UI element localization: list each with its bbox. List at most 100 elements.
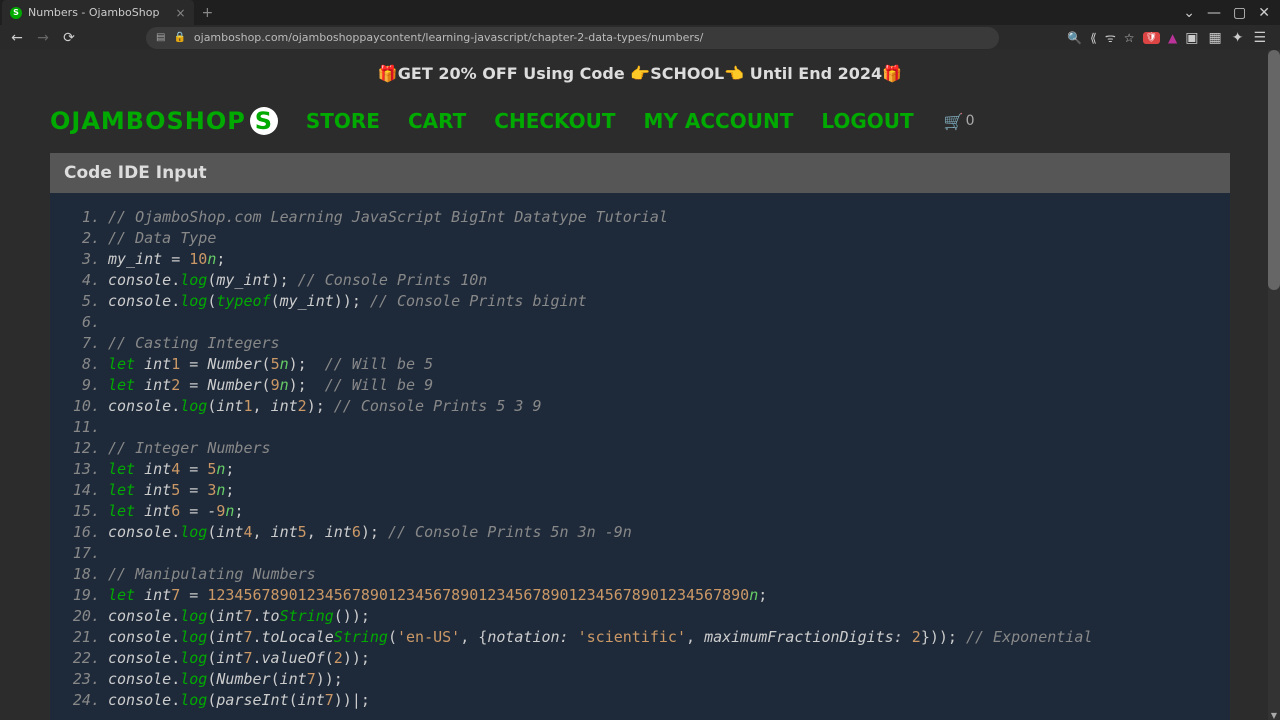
code-line: 10.console.log(int1, int2); // Console P…: [58, 396, 1216, 417]
bookmark-icon[interactable]: ☆: [1124, 31, 1135, 45]
browser-chrome: S Numbers - OjamboShop × + ⌄ — ▢ ✕ ← → ⟳…: [0, 0, 1280, 50]
toolbar-right: ▣ ▦ ✦ ☰: [1185, 30, 1272, 46]
code-line: 22.console.log(int7.valueOf(2));: [58, 648, 1216, 669]
nav-link-store[interactable]: STORE: [306, 109, 380, 133]
reader-icon[interactable]: ▤: [156, 32, 165, 43]
line-number: 11.: [58, 417, 108, 438]
code-line: 19.let int7 = 12345678901234567890123456…: [58, 585, 1216, 606]
maximize-icon[interactable]: ▢: [1233, 5, 1246, 21]
line-content: console.log(int4, int5, int6); // Consol…: [108, 522, 632, 543]
promo-banner: 🎁GET 20% OFF Using Code 👉SCHOOL👈 Until E…: [0, 50, 1280, 97]
line-content: // Manipulating Numbers: [108, 564, 316, 585]
line-content: let int2 = Number(9n); // Will be 9: [108, 375, 433, 396]
line-content: console.log(parseInt(int7))|;: [108, 690, 370, 711]
cart-button[interactable]: 🛒 0: [944, 112, 975, 131]
line-content: console.log(my_int); // Console Prints 1…: [108, 270, 487, 291]
forward-button[interactable]: →: [34, 30, 52, 46]
line-content: console.log(typeof(my_int)); // Console …: [108, 291, 587, 312]
line-number: 17.: [58, 543, 108, 564]
line-number: 22.: [58, 648, 108, 669]
code-line: 3.my_int = 10n;: [58, 249, 1216, 270]
code-line: 4.console.log(my_int); // Console Prints…: [58, 270, 1216, 291]
code-line: 21.console.log(int7.toLocaleString('en-U…: [58, 627, 1216, 648]
line-number: 21.: [58, 627, 108, 648]
window-icon[interactable]: ▦: [1208, 30, 1221, 46]
line-number: 5.: [58, 291, 108, 312]
browser-tab[interactable]: S Numbers - OjamboShop ×: [2, 0, 194, 25]
scroll-down-icon[interactable]: ▼: [1268, 711, 1280, 720]
new-tab-button[interactable]: +: [202, 5, 214, 21]
share-icon[interactable]: ⟪: [1090, 31, 1097, 45]
code-line: 5.console.log(typeof(my_int)); // Consol…: [58, 291, 1216, 312]
nav-link-logout[interactable]: LOGOUT: [821, 109, 913, 133]
dropdown-icon[interactable]: ⌄: [1183, 5, 1195, 21]
line-number: 8.: [58, 354, 108, 375]
panel-icon[interactable]: ▣: [1185, 30, 1198, 46]
line-content: console.log(int7.toString());: [108, 606, 370, 627]
line-content: // Integer Numbers: [108, 438, 271, 459]
line-number: 9.: [58, 375, 108, 396]
tab-title: Numbers - OjamboShop: [28, 6, 159, 19]
nav-buttons: ← → ⟳: [8, 30, 78, 46]
line-number: 16.: [58, 522, 108, 543]
rss-icon[interactable]: ᯤ: [1105, 29, 1116, 46]
line-number: 12.: [58, 438, 108, 459]
line-number: 7.: [58, 333, 108, 354]
minimize-icon[interactable]: —: [1207, 5, 1221, 21]
nav-link-checkout[interactable]: CHECKOUT: [494, 109, 615, 133]
code-line: 20.console.log(int7.toString());: [58, 606, 1216, 627]
scrollbar[interactable]: ▲ ▼: [1268, 50, 1280, 720]
code-line: 6.: [58, 312, 1216, 333]
line-number: 2.: [58, 228, 108, 249]
triangle-icon[interactable]: ▲: [1168, 31, 1177, 45]
logo[interactable]: OJAMBOSHOP S: [50, 107, 278, 135]
scrollbar-thumb[interactable]: [1268, 50, 1280, 290]
line-content: console.log(int7.toLocaleString('en-US',…: [108, 627, 1092, 648]
code-line: 7.// Casting Integers: [58, 333, 1216, 354]
code-line: 14.let int5 = 3n;: [58, 480, 1216, 501]
line-content: let int1 = Number(5n); // Will be 5: [108, 354, 433, 375]
line-content: console.log(int1, int2); // Console Prin…: [108, 396, 542, 417]
line-number: 6.: [58, 312, 108, 333]
line-content: console.log(Number(int7));: [108, 669, 343, 690]
line-number: 10.: [58, 396, 108, 417]
shield-icon[interactable]: 🛡: [1143, 32, 1160, 44]
code-editor[interactable]: 1.// OjamboShop.com Learning JavaScript …: [50, 193, 1230, 720]
address-icons: 🔍 ⟪ ᯤ ☆ 🛡 ▲: [1067, 29, 1177, 46]
line-number: 19.: [58, 585, 108, 606]
nav-link-cart[interactable]: CART: [408, 109, 466, 133]
back-button[interactable]: ←: [8, 30, 26, 46]
line-number: 14.: [58, 480, 108, 501]
code-line: 24.console.log(parseInt(int7))|;: [58, 690, 1216, 711]
close-window-icon[interactable]: ✕: [1258, 5, 1270, 21]
code-line: 2.// Data Type: [58, 228, 1216, 249]
line-content: let int5 = 3n;: [108, 480, 234, 501]
code-line: 18.// Manipulating Numbers: [58, 564, 1216, 585]
line-number: 4.: [58, 270, 108, 291]
line-content: // Casting Integers: [108, 333, 280, 354]
lock-icon: 🔒: [173, 32, 185, 43]
line-number: 24.: [58, 690, 108, 711]
line-content: // OjamboShop.com Learning JavaScript Bi…: [108, 207, 668, 228]
zoom-icon[interactable]: 🔍: [1067, 31, 1082, 45]
line-number: 23.: [58, 669, 108, 690]
code-line: 23.console.log(Number(int7));: [58, 669, 1216, 690]
code-line: 9.let int2 = Number(9n); // Will be 9: [58, 375, 1216, 396]
logo-text: OJAMBOSHOP: [50, 107, 246, 135]
nav-link-account[interactable]: MY ACCOUNT: [644, 109, 794, 133]
line-number: 3.: [58, 249, 108, 270]
main-nav: OJAMBOSHOP S STORE CART CHECKOUT MY ACCO…: [0, 97, 1280, 153]
code-line: 11.: [58, 417, 1216, 438]
line-number: 1.: [58, 207, 108, 228]
code-line: 16.console.log(int4, int5, int6); // Con…: [58, 522, 1216, 543]
page-content: 🎁GET 20% OFF Using Code 👉SCHOOL👈 Until E…: [0, 50, 1280, 720]
favicon-icon: S: [10, 7, 22, 19]
menu-icon[interactable]: ☰: [1253, 30, 1266, 46]
reload-button[interactable]: ⟳: [60, 30, 78, 46]
panel-header: Code IDE Input: [50, 153, 1230, 193]
url-input[interactable]: ▤ 🔒 ojamboshop.com/ojamboshoppaycontent/…: [146, 27, 999, 49]
customize-icon[interactable]: ✦: [1232, 30, 1244, 46]
tab-bar: S Numbers - OjamboShop × + ⌄ — ▢ ✕: [0, 0, 1280, 25]
cart-icon: 🛒: [944, 112, 964, 131]
close-icon[interactable]: ×: [175, 6, 185, 20]
